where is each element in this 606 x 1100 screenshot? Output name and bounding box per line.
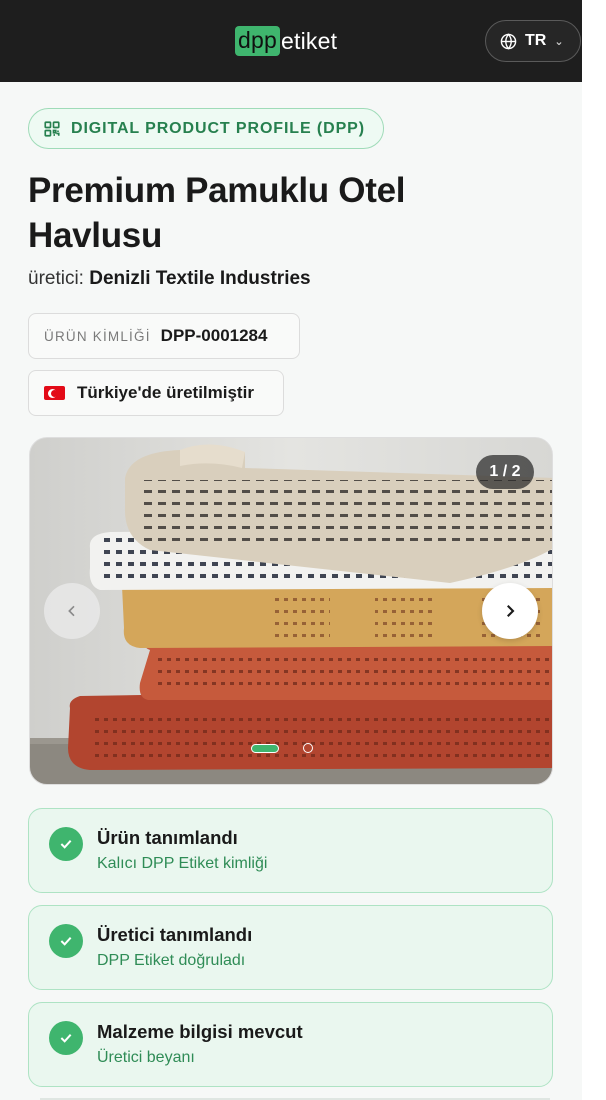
logo-etiket: etiket bbox=[280, 28, 338, 54]
status-card-subtitle: Kalıcı DPP Etiket kimliği bbox=[97, 855, 268, 872]
origin-chip: Türkiye'de üretilmiştir bbox=[28, 370, 284, 416]
product-id-label: ÜRÜN KİMLİĞİ bbox=[44, 328, 151, 344]
product-title: Premium Pamuklu Otel Havlusu bbox=[28, 171, 406, 255]
product-id-value: DPP-0001284 bbox=[160, 326, 268, 345]
language-label: TR bbox=[525, 32, 547, 49]
status-card-subtitle: DPP Etiket doğruladı bbox=[97, 952, 246, 969]
check-circle-icon bbox=[49, 924, 83, 958]
status-card-material-info: Malzeme bilgisi mevcut Üretici beyanı bbox=[28, 1002, 553, 1087]
status-card-manufacturer-identified: Üretici tanımlandı DPP Etiket doğruladı bbox=[28, 905, 553, 990]
scroll-gutter bbox=[582, 0, 606, 1100]
carousel-dot-active[interactable] bbox=[251, 743, 279, 753]
manufacturer-name: Denizli Textile Industries bbox=[89, 268, 311, 289]
slide-counter: 1 / 2 bbox=[476, 455, 534, 489]
globe-icon bbox=[500, 32, 517, 50]
logo-dpp: dpp bbox=[235, 26, 280, 56]
carousel-dot[interactable] bbox=[303, 743, 313, 753]
dpp-badge-label: DIGITAL PRODUCT PROFILE (DPP) bbox=[71, 119, 365, 137]
page: dpp etiket TR ⌄ DIGITAL PRODUCT PROFILE (… bbox=[0, 0, 582, 1100]
logo[interactable]: dpp etiket bbox=[235, 25, 337, 57]
status-card-title: Ürün tanımlandı bbox=[97, 827, 238, 848]
qr-code-icon bbox=[44, 120, 60, 137]
check-circle-icon bbox=[49, 1021, 83, 1055]
chevron-down-icon: ⌄ bbox=[554, 35, 564, 48]
check-circle-icon bbox=[49, 827, 83, 861]
image-carousel[interactable]: 1 / 2 bbox=[29, 437, 553, 785]
origin-label: Türkiye'de üretilmiştir bbox=[77, 383, 254, 402]
product-image bbox=[30, 438, 552, 784]
turkey-flag-icon bbox=[44, 386, 65, 400]
next-slide-button[interactable] bbox=[482, 583, 538, 639]
product-id-chip: ÜRÜN KİMLİĞİ DPP-0001284 bbox=[28, 313, 300, 359]
status-card-title: Malzeme bilgisi mevcut bbox=[97, 1021, 303, 1042]
carousel-dots bbox=[251, 743, 313, 753]
top-bar: dpp etiket TR ⌄ bbox=[0, 0, 582, 82]
status-card-product-identified: Ürün tanımlandı Kalıcı DPP Etiket kimliğ… bbox=[28, 808, 553, 893]
dpp-badge: DIGITAL PRODUCT PROFILE (DPP) bbox=[28, 108, 384, 149]
status-card-title: Üretici tanımlandı bbox=[97, 924, 253, 945]
chevron-left-icon bbox=[68, 605, 75, 617]
manufacturer-label: üretici: bbox=[28, 268, 84, 289]
chevron-right-icon bbox=[507, 605, 515, 617]
language-selector[interactable]: TR ⌄ bbox=[485, 20, 581, 62]
previous-slide-button[interactable] bbox=[44, 583, 100, 639]
manufacturer-line: üretici: Denizli Textile Industries bbox=[28, 268, 311, 290]
status-card-subtitle: Üretici beyanı bbox=[97, 1049, 195, 1066]
